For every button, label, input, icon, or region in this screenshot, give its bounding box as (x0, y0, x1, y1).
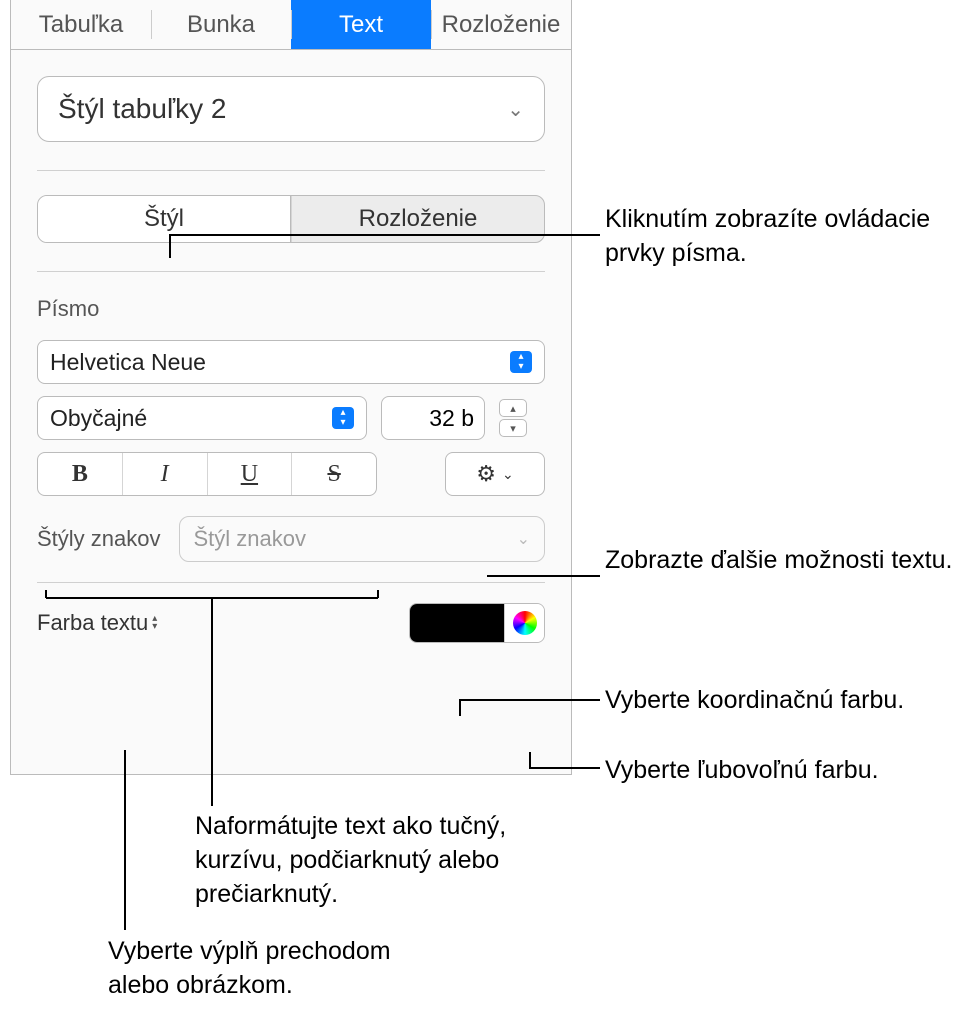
divider (37, 271, 545, 272)
font-weight-value: Obyčajné (50, 405, 147, 432)
text-style-group: B I U S (37, 452, 377, 496)
font-size-value: 32 b (429, 405, 474, 432)
segment-style[interactable]: Štýl (38, 196, 291, 242)
main-tabs: Tabuľka Bunka Text Rozloženie (11, 0, 571, 50)
callout-coord-color: Vyberte koordinačnú farbu. (605, 684, 904, 718)
text-color-label: Farba textu (37, 610, 148, 636)
color-well-button[interactable] (410, 604, 504, 642)
segment-layout[interactable]: Rozloženie (291, 196, 544, 242)
font-size-stepper: ▴ ▾ (499, 396, 529, 440)
font-family-value: Helvetica Neue (50, 349, 206, 376)
italic-button[interactable]: I (122, 453, 207, 495)
character-styles-label: Štýly znakov (37, 526, 161, 552)
updown-icon: ▴▾ (510, 351, 532, 373)
font-family-select[interactable]: Helvetica Neue ▴▾ (37, 340, 545, 384)
character-style-select[interactable]: Štýl znakov ⌄ (179, 516, 546, 562)
text-color-popup[interactable]: Farba textu ▴▾ (37, 610, 157, 636)
callout-more-options: Zobrazte ďalšie možnosti textu. (605, 544, 952, 578)
bold-button[interactable]: B (38, 453, 122, 495)
underline-button[interactable]: U (207, 453, 292, 495)
tab-layout[interactable]: Rozloženie (431, 0, 571, 49)
color-wheel-icon (513, 611, 537, 635)
strikethrough-button[interactable]: S (291, 453, 376, 495)
paragraph-style-label: Štýl tabuľky 2 (58, 93, 226, 125)
chevron-down-icon: ⌄ (517, 529, 530, 549)
updown-icon: ▴▾ (332, 407, 354, 429)
callout-bius: Naformátujte text ako tučný, kurzívu, po… (195, 810, 565, 911)
divider (37, 582, 545, 583)
tab-table[interactable]: Tabuľka (11, 0, 151, 49)
size-step-down[interactable]: ▾ (499, 419, 527, 437)
font-section-label: Písmo (37, 296, 545, 322)
callout-any-color: Vyberte ľubovoľnú farbu. (605, 754, 879, 788)
panel-body: Štýl tabuľky 2 ⌄ Štýl Rozloženie Písmo H… (11, 50, 571, 663)
color-picker-button[interactable] (504, 604, 544, 642)
advanced-options-button[interactable]: ⚙ ⌄ (445, 452, 545, 496)
paragraph-style-select[interactable]: Štýl tabuľky 2 ⌄ (37, 76, 545, 142)
font-size-field[interactable]: 32 b (381, 396, 485, 440)
tab-text[interactable]: Text (291, 0, 431, 49)
format-panel: Tabuľka Bunka Text Rozloženie Štýl tabuľ… (10, 0, 572, 775)
updown-icon: ▴▾ (152, 615, 157, 631)
callout-font-controls: Kliknutím zobrazíte ovládacie prvky písm… (605, 203, 974, 271)
chevron-down-icon: ⌄ (502, 466, 514, 483)
chevron-down-icon: ⌄ (507, 97, 524, 122)
character-style-placeholder: Štýl znakov (194, 526, 307, 552)
callout-fill: Vyberte výplň prechodom alebo obrázkom. (108, 935, 448, 1003)
text-color-swatches (409, 603, 545, 643)
font-weight-select[interactable]: Obyčajné ▴▾ (37, 396, 367, 440)
gear-icon: ⚙ (476, 461, 496, 487)
divider (37, 170, 545, 171)
tab-cell[interactable]: Bunka (151, 0, 291, 49)
style-layout-segment: Štýl Rozloženie (37, 195, 545, 243)
size-step-up[interactable]: ▴ (499, 399, 527, 417)
